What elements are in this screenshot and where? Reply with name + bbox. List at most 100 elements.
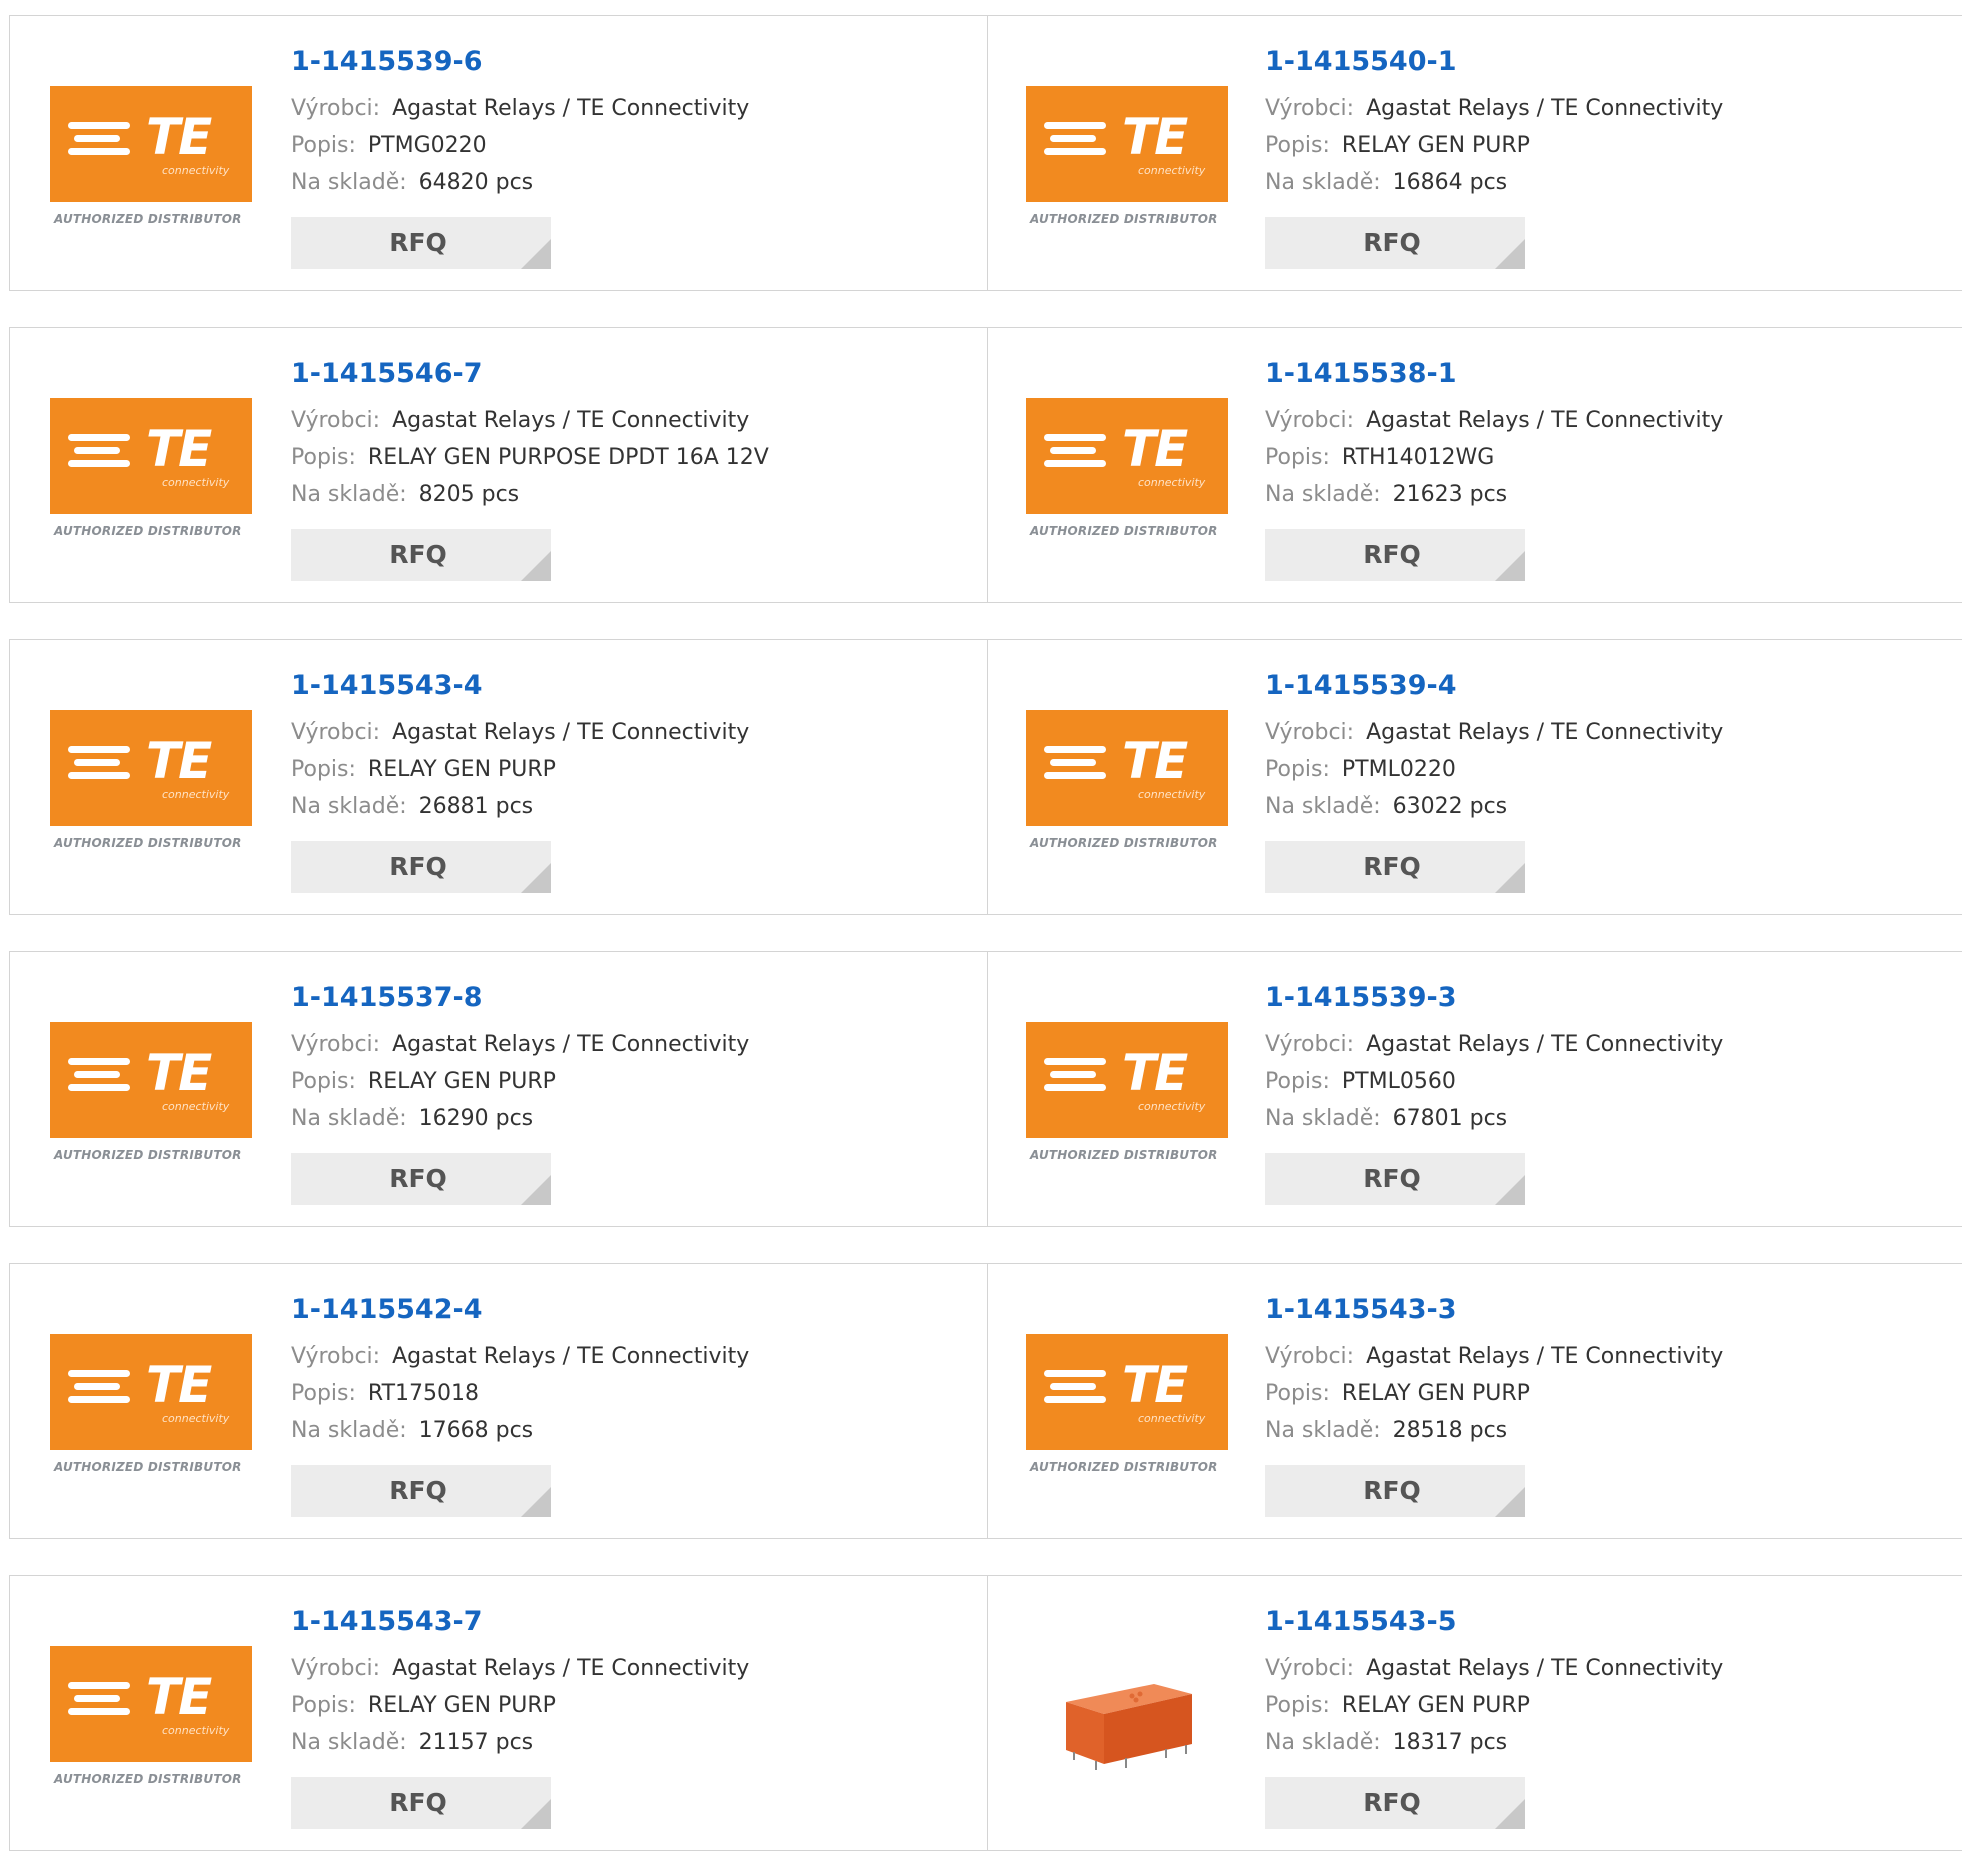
- te-connectivity-logo: TE connectivity AUTHORIZED DISTRIBUTOR: [1026, 86, 1228, 234]
- rfq-button[interactable]: RFQ: [291, 529, 551, 581]
- part-number-link[interactable]: 1-1415538-1: [1265, 356, 1723, 402]
- rfq-label: RFQ: [389, 1476, 447, 1505]
- button-corner: [1495, 239, 1525, 269]
- te-bars-icon: [1044, 1058, 1106, 1097]
- description-row: Popis: RTH14012WG: [1265, 439, 1723, 476]
- stock-label: Na skladě:: [1265, 1730, 1381, 1755]
- authorized-distributor-text: AUTHORIZED DISTRIBUTOR: [54, 1148, 242, 1162]
- logo-background: TE connectivity: [1026, 86, 1228, 202]
- description-value: PTML0220: [1341, 757, 1456, 782]
- logo-brand-text: TE: [1122, 420, 1188, 478]
- stock-label: Na skladě:: [1265, 482, 1381, 507]
- stock-label: Na skladě:: [1265, 170, 1381, 195]
- button-corner: [521, 1487, 551, 1517]
- rfq-button[interactable]: RFQ: [1265, 529, 1525, 581]
- part-number-link[interactable]: 1-1415540-1: [1265, 44, 1723, 90]
- logo-sub-text: connectivity: [1138, 164, 1206, 177]
- stock-value: 26881 pcs: [418, 794, 534, 819]
- te-bars-icon: [68, 1370, 130, 1409]
- product-image[interactable]: TE connectivity AUTHORIZED DISTRIBUTOR: [50, 86, 252, 234]
- product-image[interactable]: TE connectivity AUTHORIZED DISTRIBUTOR: [50, 1646, 252, 1794]
- stock-value: 16864 pcs: [1392, 170, 1508, 195]
- logo-brand-text: TE: [146, 1668, 212, 1726]
- manufacturer-label: Výrobci:: [1265, 1656, 1355, 1681]
- part-number-link[interactable]: 1-1415539-3: [1265, 980, 1723, 1026]
- stock-row: Na skladě: 8205 pcs: [291, 476, 769, 513]
- rfq-button[interactable]: RFQ: [291, 841, 551, 893]
- rfq-button[interactable]: RFQ: [291, 1465, 551, 1517]
- product-info: 1-1415546-7 Výrobci: Agastat Relays / TE …: [291, 356, 769, 513]
- product-image[interactable]: TE connectivity AUTHORIZED DISTRIBUTOR: [1026, 1022, 1228, 1170]
- button-corner: [521, 1799, 551, 1829]
- rfq-button[interactable]: RFQ: [1265, 217, 1525, 269]
- button-corner: [521, 551, 551, 581]
- description-value: RELAY GEN PURP: [367, 1069, 556, 1094]
- te-connectivity-logo: TE connectivity AUTHORIZED DISTRIBUTOR: [1026, 1022, 1228, 1170]
- description-value: RT175018: [367, 1381, 480, 1406]
- logo-sub-text: connectivity: [1138, 788, 1206, 801]
- product-card-1-1415539-6: TE connectivity AUTHORIZED DISTRIBUTOR 1…: [9, 15, 988, 291]
- te-connectivity-logo: TE connectivity AUTHORIZED DISTRIBUTOR: [50, 398, 252, 546]
- manufacturer-label: Výrobci:: [291, 96, 381, 121]
- description-value: RELAY GEN PURP: [367, 1693, 556, 1718]
- rfq-label: RFQ: [1363, 852, 1421, 881]
- logo-background: TE connectivity: [50, 398, 252, 514]
- product-image[interactable]: TE connectivity AUTHORIZED DISTRIBUTOR: [1026, 398, 1228, 546]
- logo-background: TE connectivity: [1026, 710, 1228, 826]
- logo-brand-text: TE: [1122, 1044, 1188, 1102]
- product-image[interactable]: TE connectivity AUTHORIZED DISTRIBUTOR: [1026, 1334, 1228, 1482]
- rfq-label: RFQ: [389, 228, 447, 257]
- product-image[interactable]: TE connectivity AUTHORIZED DISTRIBUTOR: [50, 1022, 252, 1170]
- description-label: Popis:: [291, 133, 356, 158]
- logo-brand-text: TE: [1122, 732, 1188, 790]
- manufacturer-label: Výrobci:: [1265, 96, 1355, 121]
- rfq-label: RFQ: [1363, 1788, 1421, 1817]
- part-number-link[interactable]: 1-1415543-7: [291, 1604, 749, 1650]
- rfq-button[interactable]: RFQ: [1265, 1465, 1525, 1517]
- manufacturer-row: Výrobci: Agastat Relays / TE Connectivity: [1265, 90, 1723, 127]
- product-image[interactable]: TE connectivity AUTHORIZED DISTRIBUTOR: [50, 710, 252, 858]
- logo-brand-text: TE: [1122, 108, 1188, 166]
- stock-label: Na skladě:: [291, 794, 407, 819]
- product-image[interactable]: TE connectivity AUTHORIZED DISTRIBUTOR: [50, 1334, 252, 1482]
- part-number-link[interactable]: 1-1415543-5: [1265, 1604, 1723, 1650]
- product-card-1-1415543-7: TE connectivity AUTHORIZED DISTRIBUTOR 1…: [9, 1575, 988, 1851]
- product-image[interactable]: [1026, 1646, 1228, 1794]
- product-image[interactable]: TE connectivity AUTHORIZED DISTRIBUTOR: [50, 398, 252, 546]
- te-bars-icon: [68, 1682, 130, 1721]
- rfq-button[interactable]: RFQ: [1265, 1777, 1525, 1829]
- part-number-link[interactable]: 1-1415537-8: [291, 980, 749, 1026]
- te-connectivity-logo: TE connectivity AUTHORIZED DISTRIBUTOR: [50, 1646, 252, 1794]
- rfq-button[interactable]: RFQ: [291, 1153, 551, 1205]
- part-number-link[interactable]: 1-1415539-4: [1265, 668, 1723, 714]
- part-number-link[interactable]: 1-1415543-3: [1265, 1292, 1723, 1338]
- te-bars-icon: [1044, 434, 1106, 473]
- rfq-button[interactable]: RFQ: [1265, 1153, 1525, 1205]
- part-number-link[interactable]: 1-1415546-7: [291, 356, 769, 402]
- product-info: 1-1415539-3 Výrobci: Agastat Relays / TE …: [1265, 980, 1723, 1137]
- manufacturer-value: Agastat Relays / TE Connectivity: [1366, 1344, 1724, 1369]
- button-corner: [521, 1175, 551, 1205]
- rfq-button[interactable]: RFQ: [1265, 841, 1525, 893]
- logo-sub-text: connectivity: [162, 1100, 230, 1113]
- part-number-link[interactable]: 1-1415542-4: [291, 1292, 749, 1338]
- rfq-button[interactable]: RFQ: [291, 1777, 551, 1829]
- product-image[interactable]: TE connectivity AUTHORIZED DISTRIBUTOR: [1026, 710, 1228, 858]
- product-card-1-1415546-7: TE connectivity AUTHORIZED DISTRIBUTOR 1…: [9, 327, 988, 603]
- manufacturer-value: Agastat Relays / TE Connectivity: [392, 1344, 750, 1369]
- stock-row: Na skladě: 67801 pcs: [1265, 1100, 1723, 1137]
- logo-sub-text: connectivity: [162, 788, 230, 801]
- te-bars-icon: [68, 434, 130, 473]
- part-number-link[interactable]: 1-1415539-6: [291, 44, 749, 90]
- button-corner: [521, 863, 551, 893]
- authorized-distributor-text: AUTHORIZED DISTRIBUTOR: [54, 524, 242, 538]
- rfq-button[interactable]: RFQ: [291, 217, 551, 269]
- product-image[interactable]: TE connectivity AUTHORIZED DISTRIBUTOR: [1026, 86, 1228, 234]
- description-label: Popis:: [291, 445, 356, 470]
- manufacturer-row: Výrobci: Agastat Relays / TE Connectivity: [291, 1650, 749, 1687]
- stock-value: 28518 pcs: [1392, 1418, 1508, 1443]
- manufacturer-row: Výrobci: Agastat Relays / TE Connectivity: [291, 402, 769, 439]
- part-number-link[interactable]: 1-1415543-4: [291, 668, 749, 714]
- product-info: 1-1415542-4 Výrobci: Agastat Relays / TE …: [291, 1292, 749, 1449]
- description-value: RELAY GEN PURP: [1341, 133, 1530, 158]
